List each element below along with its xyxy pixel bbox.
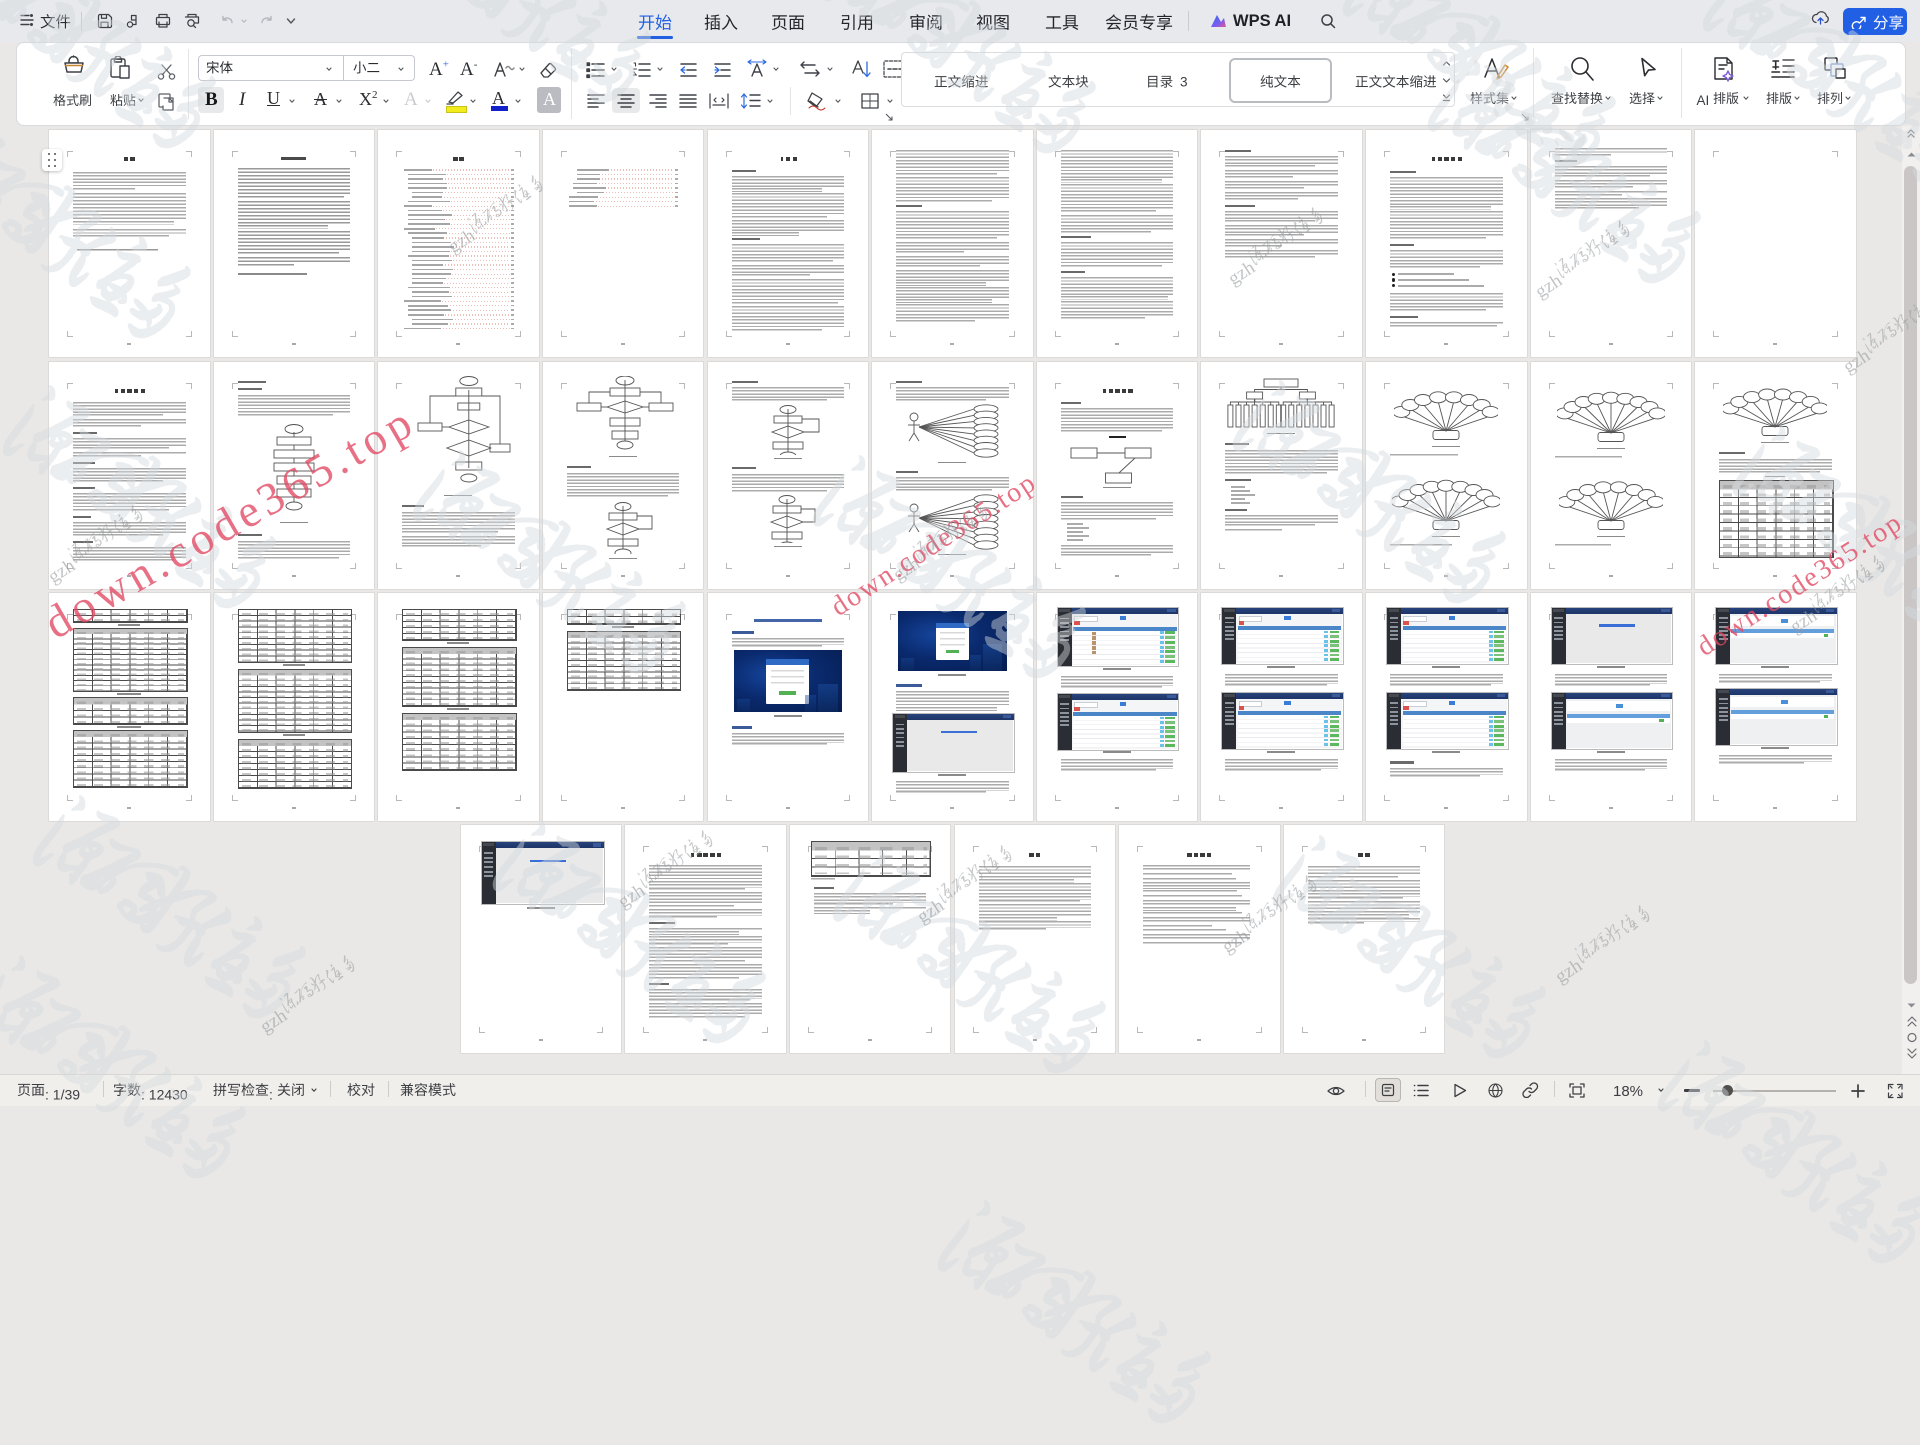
svg-text:3: 3 — [1180, 74, 1188, 89]
